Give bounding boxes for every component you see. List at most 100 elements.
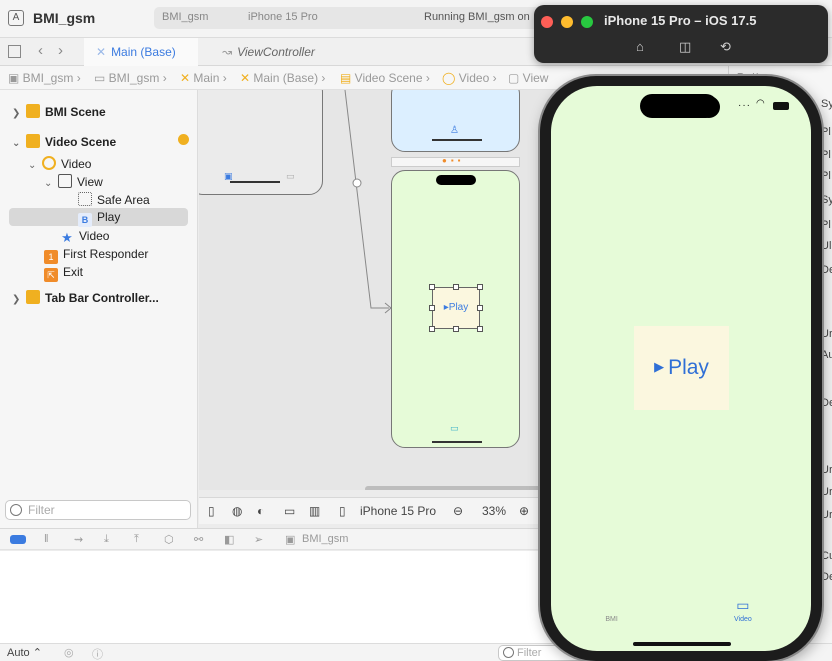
resize-handle[interactable]	[477, 305, 483, 311]
outline-item-video-controller[interactable]: ⌄ Video	[28, 155, 91, 173]
memory-graph-icon[interactable]: ⚯	[194, 533, 203, 546]
chevron-down-icon[interactable]: ⌄	[12, 135, 26, 153]
grid-icon[interactable]	[8, 45, 21, 58]
app-icon: ▣	[8, 71, 23, 85]
inspector-row[interactable]: Sy	[821, 194, 832, 206]
device-selector[interactable]: iPhone 15 Pro	[360, 504, 436, 518]
location-icon[interactable]: ➢	[254, 533, 263, 546]
breadcrumb-storyboard[interactable]: ✕ Main ›	[180, 71, 227, 85]
outline-item-bmi-scene[interactable]: ❯ BMI Scene	[12, 103, 192, 121]
inspector-row[interactable]: Pl	[821, 149, 832, 161]
toggle-outline-icon[interactable]: ▯	[208, 504, 215, 518]
breadcrumb-scene[interactable]: ▤ Video Scene ›	[340, 71, 430, 85]
inspector-row[interactable]: Sy	[821, 98, 832, 110]
tab-main-base[interactable]: ✕ Main (Base)	[84, 38, 198, 66]
breadcrumb-label: Video	[458, 71, 490, 85]
inspector-row[interactable]: Ur	[821, 464, 832, 476]
view-debugger-icon[interactable]: ⬡	[164, 533, 174, 546]
outline-item-play-button[interactable]: B Play	[9, 208, 188, 227]
resize-handle[interactable]	[453, 284, 459, 290]
canvas-play-button[interactable]: ▸Play	[429, 284, 483, 332]
scheme-device[interactable]: iPhone 15 Pro	[248, 11, 318, 23]
step-out-icon[interactable]: ⤒	[134, 533, 139, 546]
tab-video[interactable]: ▭ Video	[734, 597, 752, 623]
chevron-down-icon[interactable]: ⌄	[28, 157, 42, 175]
info-icon[interactable]: ⓘ	[92, 646, 103, 661]
debug-target-label[interactable]: BMI_gsm	[302, 533, 348, 545]
device-screen[interactable]: ··· ◠ ▶Play ▣ BMI ▭ Video	[551, 86, 811, 651]
back-chevron-icon[interactable]: ‹	[38, 42, 43, 59]
variables-scope-selector[interactable]: Auto ⌃	[7, 646, 42, 659]
warning-indicator-icon[interactable]	[178, 134, 189, 145]
resize-handle[interactable]	[429, 326, 435, 332]
scene-video-preview[interactable]: ▸Play ▭	[391, 170, 520, 448]
dynamic-island	[436, 175, 476, 185]
chevron-right-icon[interactable]: ❯	[12, 291, 26, 309]
zoom-button[interactable]	[581, 16, 593, 28]
video-tab-icon: ▭	[450, 423, 459, 433]
device-layout-icon[interactable]: ▥	[309, 504, 320, 518]
inspector-row[interactable]: Ur	[821, 509, 832, 521]
accessibility-icon[interactable]: ◍	[232, 504, 242, 518]
inspector-row[interactable]: Pl	[821, 219, 832, 231]
breadcrumb-project[interactable]: ▣ BMI_gsm ›	[8, 71, 81, 85]
step-into-icon[interactable]: ⤓	[104, 533, 109, 546]
breadcrumb-storyboard-base[interactable]: ✕ Main (Base) ›	[240, 71, 325, 85]
resize-handle[interactable]	[477, 326, 483, 332]
inspector-row[interactable]: De	[821, 397, 832, 409]
resize-handle[interactable]	[429, 284, 435, 290]
resize-handle[interactable]	[429, 305, 435, 311]
toggle-debug-area-icon[interactable]	[10, 535, 26, 544]
outline-filter-field[interactable]: Filter	[5, 500, 191, 520]
pause-icon[interactable]: ‖	[44, 533, 49, 545]
inspector-row[interactable]: De	[821, 264, 832, 276]
resize-handle[interactable]	[453, 326, 459, 332]
rotate-icon[interactable]: ⟲	[720, 39, 731, 55]
breadcrumb-label: BMI_gsm	[22, 71, 74, 85]
tab-bmi[interactable]: ▣ BMI	[605, 597, 618, 623]
chevron-down-icon[interactable]: ⌄	[44, 175, 58, 193]
forward-chevron-icon[interactable]: ›	[58, 42, 63, 59]
outline-item-safe-area[interactable]: Safe Area	[78, 191, 150, 209]
outline-item-first-responder[interactable]: 1 First Responder	[44, 245, 148, 264]
device-icon[interactable]: ▯	[339, 504, 346, 518]
inspector-row[interactable]: De	[821, 571, 832, 583]
orientation-icon[interactable]: ▭	[284, 504, 295, 518]
inspector-row[interactable]: Ur	[821, 328, 832, 340]
outline-item-video-scene[interactable]: ⌄ Video Scene	[12, 133, 192, 151]
zoom-in-icon[interactable]: ⊕	[519, 504, 529, 518]
inspector-row[interactable]: Ur	[821, 486, 832, 498]
outline-item-exit[interactable]: ⇱ Exit	[44, 263, 83, 282]
simulator-titlebar: iPhone 15 Pro – iOS 17.5 ⌂ ◫ ⟲	[534, 5, 828, 63]
outline-item-tab-bar-controller[interactable]: ❯ Tab Bar Controller...	[12, 289, 192, 307]
inspector-row[interactable]: Cu	[821, 550, 832, 562]
inspector-row[interactable]: Ul	[821, 240, 832, 252]
outline-item-view[interactable]: ⌄ View	[44, 173, 103, 191]
appearance-icon[interactable]: ◐	[257, 504, 264, 518]
play-button[interactable]: ▶ Play	[634, 326, 729, 410]
scheme-project[interactable]: BMI_gsm	[162, 11, 208, 23]
tab-viewcontroller[interactable]: ↝ ViewController	[210, 38, 327, 66]
inspector-row[interactable]: Pl	[821, 170, 832, 182]
breadcrumb-folder[interactable]: ▭ BMI_gsm ›	[94, 71, 167, 85]
zoom-level[interactable]: 33%	[482, 504, 506, 518]
close-button[interactable]	[541, 16, 553, 28]
resize-handle[interactable]	[477, 284, 483, 290]
minimize-button[interactable]	[561, 16, 573, 28]
outline-item-tab-bar-item[interactable]: ★ Video	[60, 227, 109, 245]
breadcrumb-view[interactable]: ▢ View	[508, 71, 548, 85]
home-icon[interactable]: ⌂	[636, 39, 644, 54]
zoom-out-icon[interactable]: ⊖	[453, 504, 463, 518]
step-over-icon[interactable]: ⇝	[74, 533, 83, 546]
scheme-selector[interactable]: BMI_gsm iPhone 15 Pro Running BMI_gsm on	[154, 7, 544, 29]
screenshot-icon[interactable]: ◫	[679, 39, 691, 55]
breadcrumb-viewcontroller[interactable]: ◯ Video ›	[442, 71, 497, 85]
eye-icon[interactable]: ◎	[64, 646, 74, 659]
environment-icon[interactable]: ◧	[224, 533, 234, 546]
filter-icon	[503, 647, 514, 658]
inspector-row[interactable]: Pl	[821, 126, 832, 138]
storyboard-icon: ✕	[180, 71, 194, 85]
chevron-right-icon[interactable]: ❯	[12, 105, 26, 123]
canvas-horizontal-scrollbar[interactable]	[365, 486, 545, 490]
inspector-row[interactable]: Au	[821, 349, 832, 361]
